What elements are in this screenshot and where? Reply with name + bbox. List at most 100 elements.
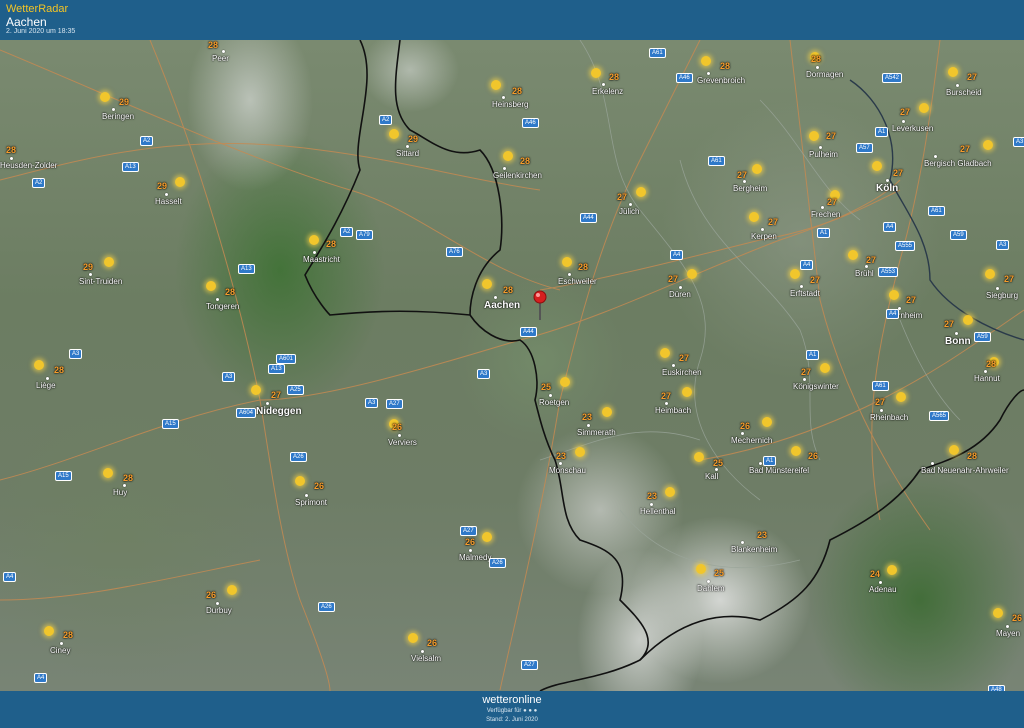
city-label[interactable]: Blankenheim [731, 545, 777, 554]
city-label[interactable]: Bergheim [733, 184, 767, 193]
city-dot [494, 296, 497, 299]
sun-icon [762, 417, 772, 427]
city-label[interactable]: Eschweiler [558, 277, 597, 286]
city-dot [996, 287, 999, 290]
temperature-value: 29 [408, 134, 419, 144]
city-dot [819, 146, 822, 149]
sun-icon [687, 269, 697, 279]
city-label[interactable]: Peer [212, 54, 229, 63]
city-dot [741, 432, 744, 435]
city-label[interactable]: Mechernich [731, 436, 772, 445]
city-label[interactable]: Bergisch Gladbach [924, 159, 992, 168]
sun-icon [562, 257, 572, 267]
highway-shield: A59 [974, 332, 991, 342]
highway-shield: A27 [386, 399, 403, 409]
city-label[interactable]: Malmedy [459, 553, 491, 562]
city-dot [629, 203, 632, 206]
city-label[interactable]: Hellenthal [640, 507, 676, 516]
city-label[interactable]: Maastricht [303, 255, 340, 264]
city-label[interactable]: Düren [669, 290, 691, 299]
city-label[interactable]: Geilenkirchen [493, 171, 542, 180]
city-label[interactable]: Hasselt [155, 197, 182, 206]
city-label[interactable]: Dahlem [697, 584, 725, 593]
city-label[interactable]: Heusden-Zolder [0, 161, 57, 170]
sun-icon [919, 103, 929, 113]
city-label[interactable]: Siegburg [986, 291, 1018, 300]
city-label[interactable]: Grevenbroich [697, 76, 745, 85]
city-label[interactable]: Euskirchen [662, 368, 702, 377]
location-pin-icon[interactable] [533, 290, 549, 327]
city-label[interactable]: Tongeren [206, 302, 239, 311]
highway-shield: A1 [763, 456, 777, 466]
highway-shield: A61 [928, 206, 945, 216]
city-label[interactable]: Nideggen [256, 406, 302, 417]
city-label[interactable]: Rheinbach [870, 413, 908, 422]
sun-icon [251, 385, 261, 395]
highway-shield: A46 [522, 118, 539, 128]
city-label[interactable]: Frechen [811, 210, 840, 219]
city-dot [469, 549, 472, 552]
city-dot [568, 273, 571, 276]
city-label[interactable]: Sittard [396, 149, 419, 158]
city-label[interactable]: Dormagen [806, 70, 843, 79]
city-label[interactable]: Burscheid [946, 88, 982, 97]
city-label[interactable]: Pulheim [809, 150, 838, 159]
city-label[interactable]: Jülich [619, 207, 639, 216]
city-label[interactable]: Adenau [869, 585, 897, 594]
city-dot [46, 377, 49, 380]
temperature-value: 23 [556, 451, 567, 461]
sun-icon [503, 151, 513, 161]
app-brand: WetterRadar [6, 3, 69, 15]
city-label[interactable]: Erftstadt [790, 289, 820, 298]
city-dot [956, 84, 959, 87]
highway-shield: A26 [318, 602, 335, 612]
highway-shield: A3 [365, 398, 379, 408]
sun-icon [636, 187, 646, 197]
sun-icon [993, 608, 1003, 618]
city-label[interactable]: Monschau [549, 466, 586, 475]
city-label[interactable]: Mayen [996, 629, 1020, 638]
city-dot [112, 108, 115, 111]
city-label[interactable]: Leverkusen [892, 124, 933, 133]
city-label[interactable]: Roetgen [539, 398, 569, 407]
city-label[interactable]: Bad Münstereifel [749, 466, 809, 475]
highway-shield: A61 [708, 156, 725, 166]
city-dot [602, 83, 605, 86]
weather-radar-map[interactable]: 28 Peer 29 Beringen 28 Heusden-Zolder 29 Hassel… [0, 40, 1024, 691]
timestamp: 2. Juni 2020 um 18:35 [6, 28, 76, 35]
city-label[interactable]: Liège [36, 381, 56, 390]
city-label[interactable]: Heinsberg [492, 100, 528, 109]
highway-shield: A604 [236, 408, 257, 418]
city-dot [503, 167, 506, 170]
city-label[interactable]: Hannut [974, 374, 1000, 383]
city-label[interactable]: Vielsalm [411, 654, 441, 663]
city-label[interactable]: Bad Neuenahr-Ahrweiler [921, 466, 1009, 475]
temperature-value: 26 [206, 590, 217, 600]
city-label[interactable]: Kall [705, 472, 718, 481]
city-label[interactable]: Ciney [50, 646, 70, 655]
highway-shield: A57 [856, 143, 873, 153]
city-label[interactable]: Bonn [945, 336, 971, 347]
city-label[interactable]: Köln [876, 183, 898, 194]
city-label[interactable]: Königswinter [793, 382, 839, 391]
highway-shield: A46 [676, 73, 693, 83]
city-label[interactable]: Beringen [102, 112, 134, 121]
city-label[interactable]: Kerpen [751, 232, 777, 241]
temperature-value: 28 [609, 72, 620, 82]
city-label[interactable]: Erkelenz [592, 87, 623, 96]
city-label[interactable]: Aachen [484, 300, 520, 311]
city-label[interactable]: Sint-Truiden [79, 277, 122, 286]
city-label[interactable]: Verviers [388, 438, 417, 447]
city-label[interactable]: Brühl [855, 269, 874, 278]
city-dot [743, 180, 746, 183]
highway-shield: A26 [489, 558, 506, 568]
sun-icon [482, 532, 492, 542]
city-label[interactable]: Huy [113, 488, 127, 497]
temperature-value: 27 [668, 274, 679, 284]
city-label[interactable]: Durbuy [206, 606, 232, 615]
city-label[interactable]: Sprimont [295, 498, 327, 507]
city-dot [421, 650, 424, 653]
city-label[interactable]: Heimbach [655, 406, 691, 415]
city-label[interactable]: Simmerath [577, 428, 616, 437]
temperature-value: 24 [870, 569, 881, 579]
